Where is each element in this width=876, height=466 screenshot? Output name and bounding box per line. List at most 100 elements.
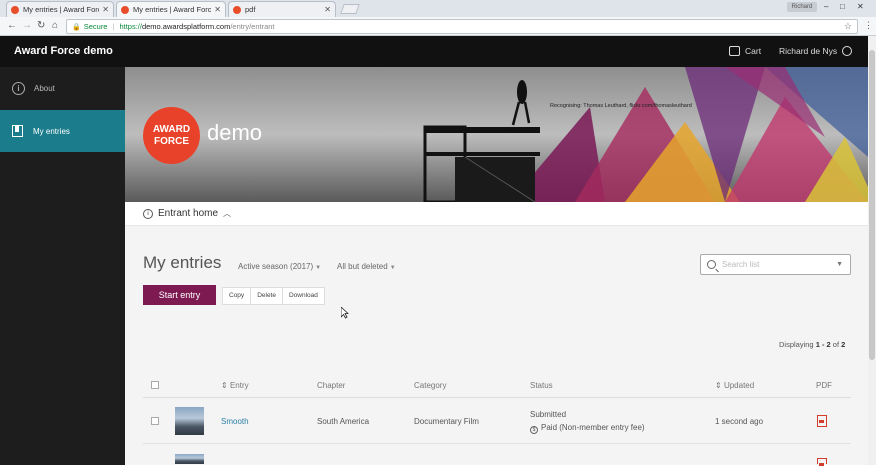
row-checkbox[interactable] [151, 417, 159, 425]
season-filter-label: Active season (2017) [238, 262, 314, 271]
tab-label: My entries | Award Force [133, 5, 212, 14]
favicon-icon [121, 5, 129, 14]
displaying-total: 2 [841, 340, 846, 349]
chevron-down-icon: ▼ [389, 265, 396, 271]
sidebar: i About My entries [0, 67, 125, 465]
new-tab-button[interactable] [340, 4, 360, 14]
entrant-home-toggle[interactable]: i Entrant home ︿ [143, 208, 231, 219]
copy-button[interactable]: Copy [223, 288, 252, 304]
displaying-count: Displaying 1 - 2 of 2 [779, 340, 845, 349]
close-tab-icon[interactable]: ✕ [214, 5, 221, 14]
forward-icon[interactable]: → [22, 20, 32, 31]
bookmark-icon [12, 125, 23, 137]
scrollbar-thumb[interactable] [869, 50, 875, 360]
entries-table: ⇕ Entry Chapter Category Status ⇕ Update… [143, 374, 851, 466]
entrant-home-bar: i Entrant home ︿ [125, 202, 868, 226]
mouse-cursor-icon [341, 307, 349, 319]
sidebar-item-label: About [34, 83, 55, 93]
table-row[interactable]: Smooth South America Documentary Film Su… [143, 398, 851, 444]
select-all-checkbox[interactable] [151, 381, 159, 389]
secure-label: Secure [83, 22, 108, 31]
entrant-home-label: Entrant home [158, 208, 219, 219]
separator: | [112, 22, 115, 31]
url-path: /entry/entrant [230, 22, 275, 31]
browser-user-chip[interactable]: Richard [787, 2, 817, 12]
column-updated[interactable]: ⇕ Updated [715, 381, 754, 390]
logo-suffix: demo [207, 120, 263, 145]
status-filter[interactable]: All but deleted ▼ [337, 262, 396, 271]
pdf-icon[interactable] [817, 458, 827, 466]
search-placeholder: Search list [722, 260, 760, 269]
sidebar-item-about[interactable]: i About [0, 67, 125, 109]
browser-tab-bar: My entries | Award Force ✕ My entries | … [0, 0, 876, 17]
url-scheme: https:// [119, 22, 142, 31]
browser-tab-3[interactable]: pdf ✕ [228, 1, 336, 17]
bookmark-star-icon[interactable]: ☆ [844, 21, 852, 32]
chapter-cell: South America [317, 417, 370, 426]
photo-credit: Recognising: Thomas Leuthard, flickr.com… [550, 103, 692, 109]
address-bar[interactable]: 🔒 Secure | https:// demo.awardsplatform.… [66, 19, 858, 34]
cart-link[interactable]: Cart [729, 46, 761, 56]
column-pdf: PDF [816, 381, 832, 390]
displaying-prefix: Displaying [779, 340, 816, 349]
season-filter[interactable]: Active season (2017) ▼ [238, 262, 321, 271]
favicon-icon [11, 5, 19, 14]
search-icon [707, 260, 716, 269]
award-force-logo: AWARD FORCE [143, 107, 200, 164]
info-icon: i [143, 208, 153, 219]
displaying-range: 1 - 2 [815, 340, 831, 349]
app-header: Award Force demo Cart Richard de Nys [0, 36, 868, 67]
back-icon[interactable]: ← [7, 20, 17, 31]
close-tab-icon[interactable]: ✕ [102, 5, 109, 14]
cart-icon [729, 46, 740, 56]
user-avatar-icon [842, 46, 853, 56]
column-label: Entry [229, 381, 249, 390]
home-icon[interactable]: ⌂ [52, 20, 58, 31]
updated-cell: 1 second ago [715, 417, 764, 426]
info-icon: i [12, 81, 25, 95]
close-window-icon[interactable]: ✕ [857, 2, 864, 11]
pdf-icon[interactable] [817, 415, 827, 427]
browser-menu-icon[interactable]: ⋮ [864, 20, 873, 31]
url-host: demo.awardsplatform.com [141, 22, 231, 31]
start-entry-button[interactable]: Start entry [143, 285, 216, 305]
delete-button[interactable]: Delete [251, 288, 283, 304]
bulk-actions: Copy Delete Download [222, 287, 325, 305]
category-cell: Documentary Film [414, 417, 479, 426]
displaying-of: of [830, 340, 842, 349]
column-category[interactable]: Category [414, 381, 446, 390]
browser-tab-1[interactable]: My entries | Award Force ✕ [6, 1, 114, 17]
main-content: My entries Active season (2017) ▼ All but… [125, 226, 868, 466]
status-cell: Submitted [530, 410, 567, 419]
reload-icon[interactable]: ↻ [37, 20, 45, 31]
table-row[interactable] [143, 444, 851, 466]
table-header: ⇕ Entry Chapter Category Status ⇕ Update… [143, 374, 851, 398]
logo-line-2: FORCE [154, 136, 189, 147]
sidebar-item-my-entries[interactable]: My entries [0, 110, 125, 152]
payment-label: Paid (Non-member entry fee) [541, 423, 645, 432]
user-name: Richard de Nys [779, 46, 838, 56]
column-label: Updated [723, 381, 755, 390]
column-chapter[interactable]: Chapter [317, 381, 345, 390]
cart-label: Cart [745, 46, 762, 56]
entry-thumbnail[interactable] [175, 407, 204, 435]
minimize-icon[interactable]: – [824, 2, 828, 11]
close-tab-icon[interactable]: ✕ [324, 5, 331, 14]
entry-link[interactable]: Smooth [221, 417, 249, 426]
hero-banner: AWARD FORCE demo Recognising: Thomas Leu… [125, 67, 868, 202]
chevron-down-icon[interactable]: ▼ [836, 261, 843, 268]
maximize-icon[interactable]: □ [840, 2, 845, 11]
tab-label: pdf [245, 5, 256, 14]
search-input[interactable]: Search list ▼ [700, 254, 851, 275]
column-entry[interactable]: ⇕ Entry [221, 381, 249, 390]
browser-tab-2[interactable]: My entries | Award Force ✕ [116, 1, 226, 17]
user-menu[interactable]: Richard de Nys [779, 46, 853, 56]
download-button[interactable]: Download [283, 288, 324, 304]
entry-thumbnail[interactable] [175, 454, 204, 464]
column-status[interactable]: Status [530, 381, 553, 390]
chevron-up-icon: ︿ [223, 209, 232, 218]
brand-title[interactable]: Award Force demo [14, 45, 113, 57]
tab-label: My entries | Award Force [23, 5, 100, 14]
sidebar-item-label: My entries [33, 126, 70, 136]
dollar-icon: $ [530, 426, 538, 434]
